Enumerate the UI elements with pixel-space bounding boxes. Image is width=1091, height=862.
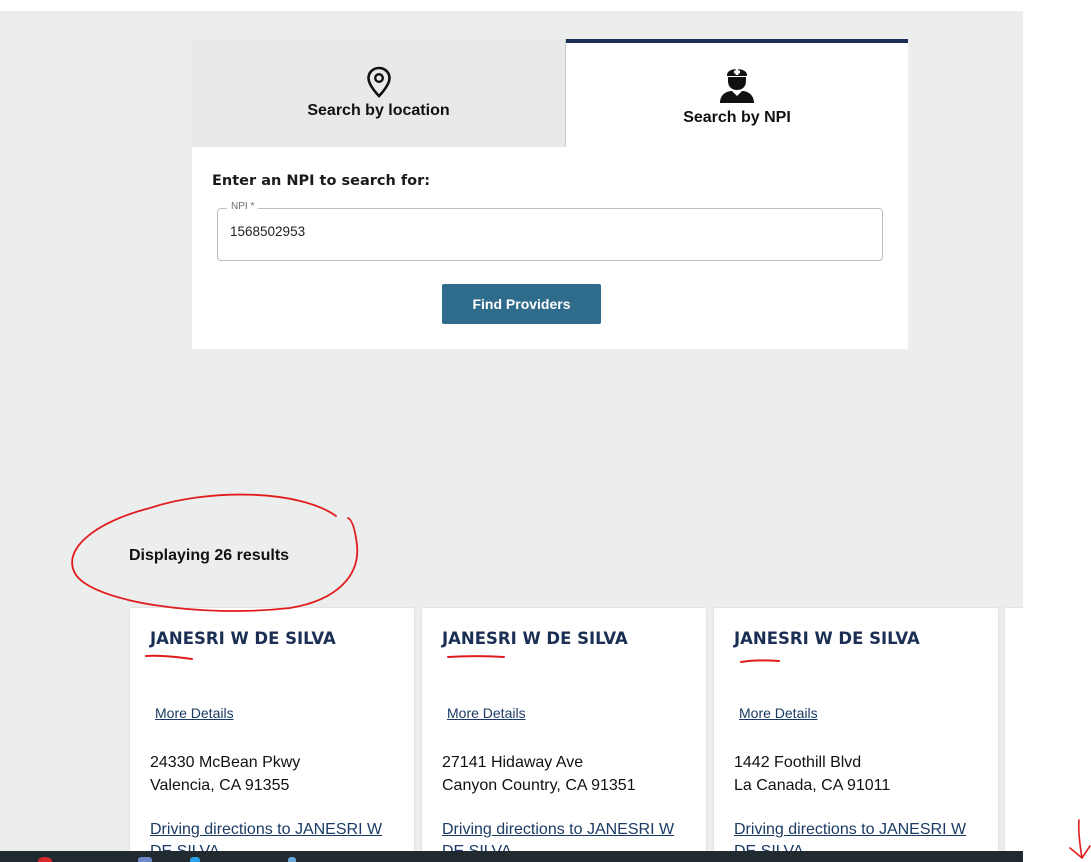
taskbar: [0, 851, 1023, 862]
address-line-1: 27141 Hidaway Ave: [442, 754, 584, 771]
tab-label-npi: Search by NPI: [683, 109, 791, 126]
provider-address: 1442 Foothill Blvd La Canada, CA 91011: [734, 751, 890, 797]
annotation-arrow: [1069, 819, 1091, 860]
more-details-link[interactable]: More Details: [739, 705, 818, 721]
app-icon[interactable]: [190, 857, 200, 862]
tab-label-location: Search by location: [307, 102, 450, 119]
doctor-icon: [719, 63, 755, 103]
provider-address: 24330 McBean Pkwy Valencia, CA 91355: [150, 751, 300, 797]
provider-name: JANESRI W DE SILVA: [734, 629, 920, 648]
app-icon[interactable]: [288, 857, 296, 862]
npi-field-label: NPI *: [227, 201, 259, 212]
tab-search-by-npi[interactable]: Search by NPI: [566, 39, 908, 147]
browser-icon[interactable]: [38, 857, 52, 862]
provider-name: JANESRI W DE SILVA: [150, 629, 336, 648]
address-line-2: Canyon Country, CA 91351: [442, 777, 636, 794]
tab-search-by-location[interactable]: Search by location: [192, 39, 566, 147]
npi-input[interactable]: [230, 224, 830, 239]
app-icon[interactable]: [138, 857, 152, 862]
more-details-link[interactable]: More Details: [447, 705, 526, 721]
find-providers-button[interactable]: Find Providers: [442, 284, 601, 324]
provider-card: JANESRI W DE SILVA More Details 24330 Mc…: [129, 607, 415, 857]
provider-card: JANESRI W DE SILVA More Details 1442 Foo…: [713, 607, 999, 857]
provider-name: JANESRI W DE SILVA: [442, 629, 628, 648]
more-details-link[interactable]: More Details: [155, 705, 234, 721]
provider-card: JANESRI W DE SILVA More Details 27141 Hi…: [421, 607, 707, 857]
address-line-2: Valencia, CA 91355: [150, 777, 290, 794]
address-line-2: La Canada, CA 91011: [734, 777, 891, 794]
npi-prompt: Enter an NPI to search for:: [212, 173, 431, 189]
address-line-1: 24330 McBean Pkwy: [150, 754, 301, 771]
map-pin-icon: [366, 66, 392, 98]
npi-field[interactable]: NPI *: [217, 201, 883, 261]
provider-address: 27141 Hidaway Ave Canyon Country, CA 913…: [442, 751, 636, 797]
provider-card-partial: [1004, 607, 1023, 857]
address-line-1: 1442 Foothill Blvd: [734, 754, 862, 771]
search-panel: Search by location Search by NPI Enter a…: [192, 39, 908, 349]
results-summary: Displaying 26 results: [129, 547, 290, 564]
